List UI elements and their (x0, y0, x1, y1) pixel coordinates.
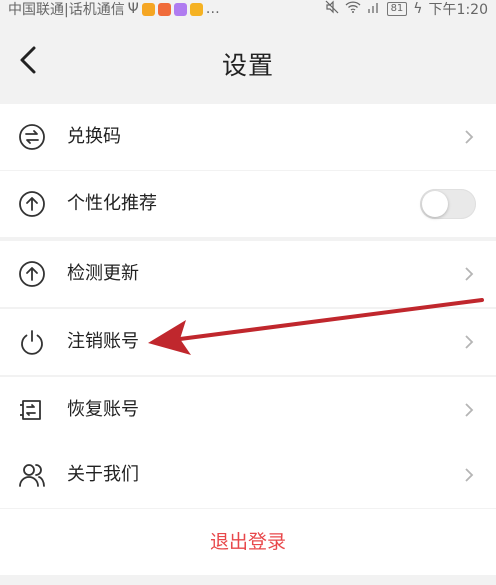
usb-icon: Ψ (127, 1, 139, 17)
wifi-icon (345, 0, 361, 18)
settings-row-delete-account[interactable]: 注销账号 (0, 309, 496, 375)
settings-row-restore-account[interactable]: 恢复账号 (0, 377, 496, 443)
row-label: 关于我们 (67, 464, 139, 485)
chevron-right-icon (465, 468, 474, 482)
status-bar: 中国联通|话机通信 Ψ … 81 ϟ 下午1:20 (0, 0, 496, 22)
arrow-up-circle-icon (19, 261, 45, 287)
header: 设置 (0, 22, 496, 100)
settings-row-check-update[interactable]: 检测更新 (0, 241, 496, 307)
carrier-label: 中国联通|话机通信 (8, 2, 125, 18)
mute-icon (325, 0, 339, 18)
row-label: 个性化推荐 (67, 193, 157, 214)
app-badge-icon (173, 2, 187, 16)
power-icon (21, 330, 43, 355)
status-right: 81 ϟ 下午1:20 (325, 0, 488, 18)
logout-button[interactable]: 退出登录 (0, 509, 496, 575)
row-label: 兑换码 (67, 126, 121, 147)
settings-row-redeem-code[interactable]: 兑换码 (0, 104, 496, 170)
signal-icon (367, 0, 381, 18)
settings-row-personalized-recommendation: 个性化推荐 (0, 171, 496, 237)
chevron-right-icon (465, 403, 474, 417)
more-notifications: … (205, 1, 220, 17)
chevron-right-icon (465, 335, 474, 349)
arrow-up-circle-icon (19, 191, 45, 217)
row-label: 注销账号 (67, 331, 139, 352)
app-badge-icon (141, 2, 155, 16)
row-label: 检测更新 (67, 263, 139, 284)
toggle-knob (422, 191, 448, 217)
chevron-right-icon (465, 267, 474, 281)
exchange-icon (19, 124, 45, 150)
users-icon (19, 464, 45, 487)
status-left: 中国联通|话机通信 Ψ … (8, 0, 220, 18)
row-label: 恢复账号 (67, 399, 139, 420)
app-badge-icon (157, 2, 171, 16)
restore-account-icon (20, 400, 41, 420)
personalized-toggle[interactable] (420, 189, 476, 219)
settings-row-about-us[interactable]: 关于我们 (0, 442, 496, 508)
app-badge-icon (189, 2, 203, 16)
charging-icon: ϟ (413, 1, 423, 17)
chevron-right-icon (465, 130, 474, 144)
clock: 下午1:20 (428, 2, 488, 18)
battery-indicator: 81 (386, 2, 408, 16)
page-title: 设置 (221, 51, 274, 80)
